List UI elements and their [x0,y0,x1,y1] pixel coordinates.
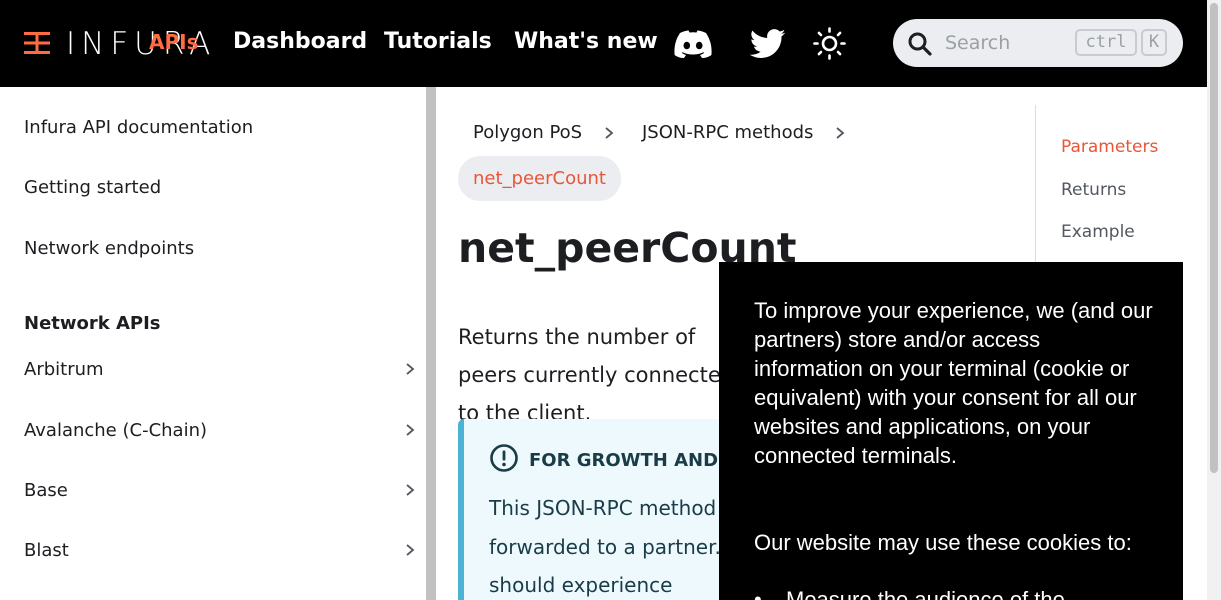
logo-sub-text: APIs [149,30,199,54]
sidebar [0,87,426,600]
sidebar-item-avalanche[interactable]: Avalanche (C-Chain) [24,420,207,441]
sidebar-item-infura-api-docs[interactable]: Infura API documentation [24,117,253,138]
info-admonition: FOR GROWTH AND CUSTOM PLANS ONLY This JS… [458,419,728,600]
cookie-consent-text: To improve your experience, we (and our … [754,298,1153,468]
bullet: • [754,587,762,600]
toc-item-parameters[interactable]: Parameters [1061,137,1158,157]
toc-divider [1035,105,1036,265]
admonition-body: This JSON-RPC method will be forwarded t… [489,496,728,597]
sidebar-item-getting-started[interactable]: Getting started [24,177,161,198]
breadcrumb-polygon-pos[interactable]: Polygon PoS [473,122,582,143]
nav-dashboard[interactable]: Dashboard [233,29,367,54]
shortcut-key-k: K [1141,29,1167,56]
sun-icon[interactable] [813,27,846,60]
search-box[interactable]: Search ctrl K [893,19,1183,67]
sidebar-item-base[interactable]: Base [24,480,68,501]
sidebar-scrollbar[interactable] [426,87,436,600]
chevron-right-icon[interactable] [404,362,416,376]
sidebar-item-network-endpoints[interactable]: Network endpoints [24,238,194,259]
chevron-right-icon[interactable] [404,483,416,497]
breadcrumb-current: net_peerCount [458,156,621,201]
sidebar-item-arbitrum[interactable]: Arbitrum [24,359,104,380]
shortcut-key-ctrl: ctrl [1075,29,1137,56]
chevron-right-icon[interactable] [404,543,416,557]
exclamation-circle-icon [490,444,518,472]
search-icon [908,32,932,56]
chevron-right-icon [605,127,614,139]
cookie-purpose-text: Measure the audience of the [786,587,1065,600]
cookie-purposes-intro: Our website may use these cookies to: [754,530,1132,555]
page-scrollbar[interactable] [1207,0,1221,600]
toc-item-returns[interactable]: Returns [1061,180,1126,200]
method-description: Returns the number of peers currently co… [458,325,735,425]
sidebar-section-heading: Network APIs [24,313,161,334]
top-navbar: INFURA APIs Dashboard Tutorials What's n… [0,0,1207,87]
chevron-right-icon[interactable] [404,423,416,437]
infura-logo-mark-icon [24,32,50,54]
breadcrumb-json-rpc-methods[interactable]: JSON-RPC methods [642,122,813,143]
page-scrollbar-thumb[interactable] [1210,3,1218,473]
nav-whats-new[interactable]: What's new [514,29,658,54]
infura-logo[interactable]: INFURA APIs [22,26,210,62]
search-placeholder: Search [945,32,1011,54]
twitter-icon[interactable] [750,29,786,59]
toc-item-example[interactable]: Example [1061,222,1135,242]
nav-tutorials[interactable]: Tutorials [384,29,492,54]
sidebar-item-blast[interactable]: Blast [24,540,69,561]
chevron-right-icon [836,127,845,139]
discord-icon[interactable] [674,30,712,58]
admonition-title: FOR GROWTH AND CUSTOM PLANS ONLY [529,450,728,471]
cookie-purpose-list-item: • Measure the audience of the [754,585,1154,600]
cookie-consent-banner: To improve your experience, we (and our … [719,262,1183,600]
